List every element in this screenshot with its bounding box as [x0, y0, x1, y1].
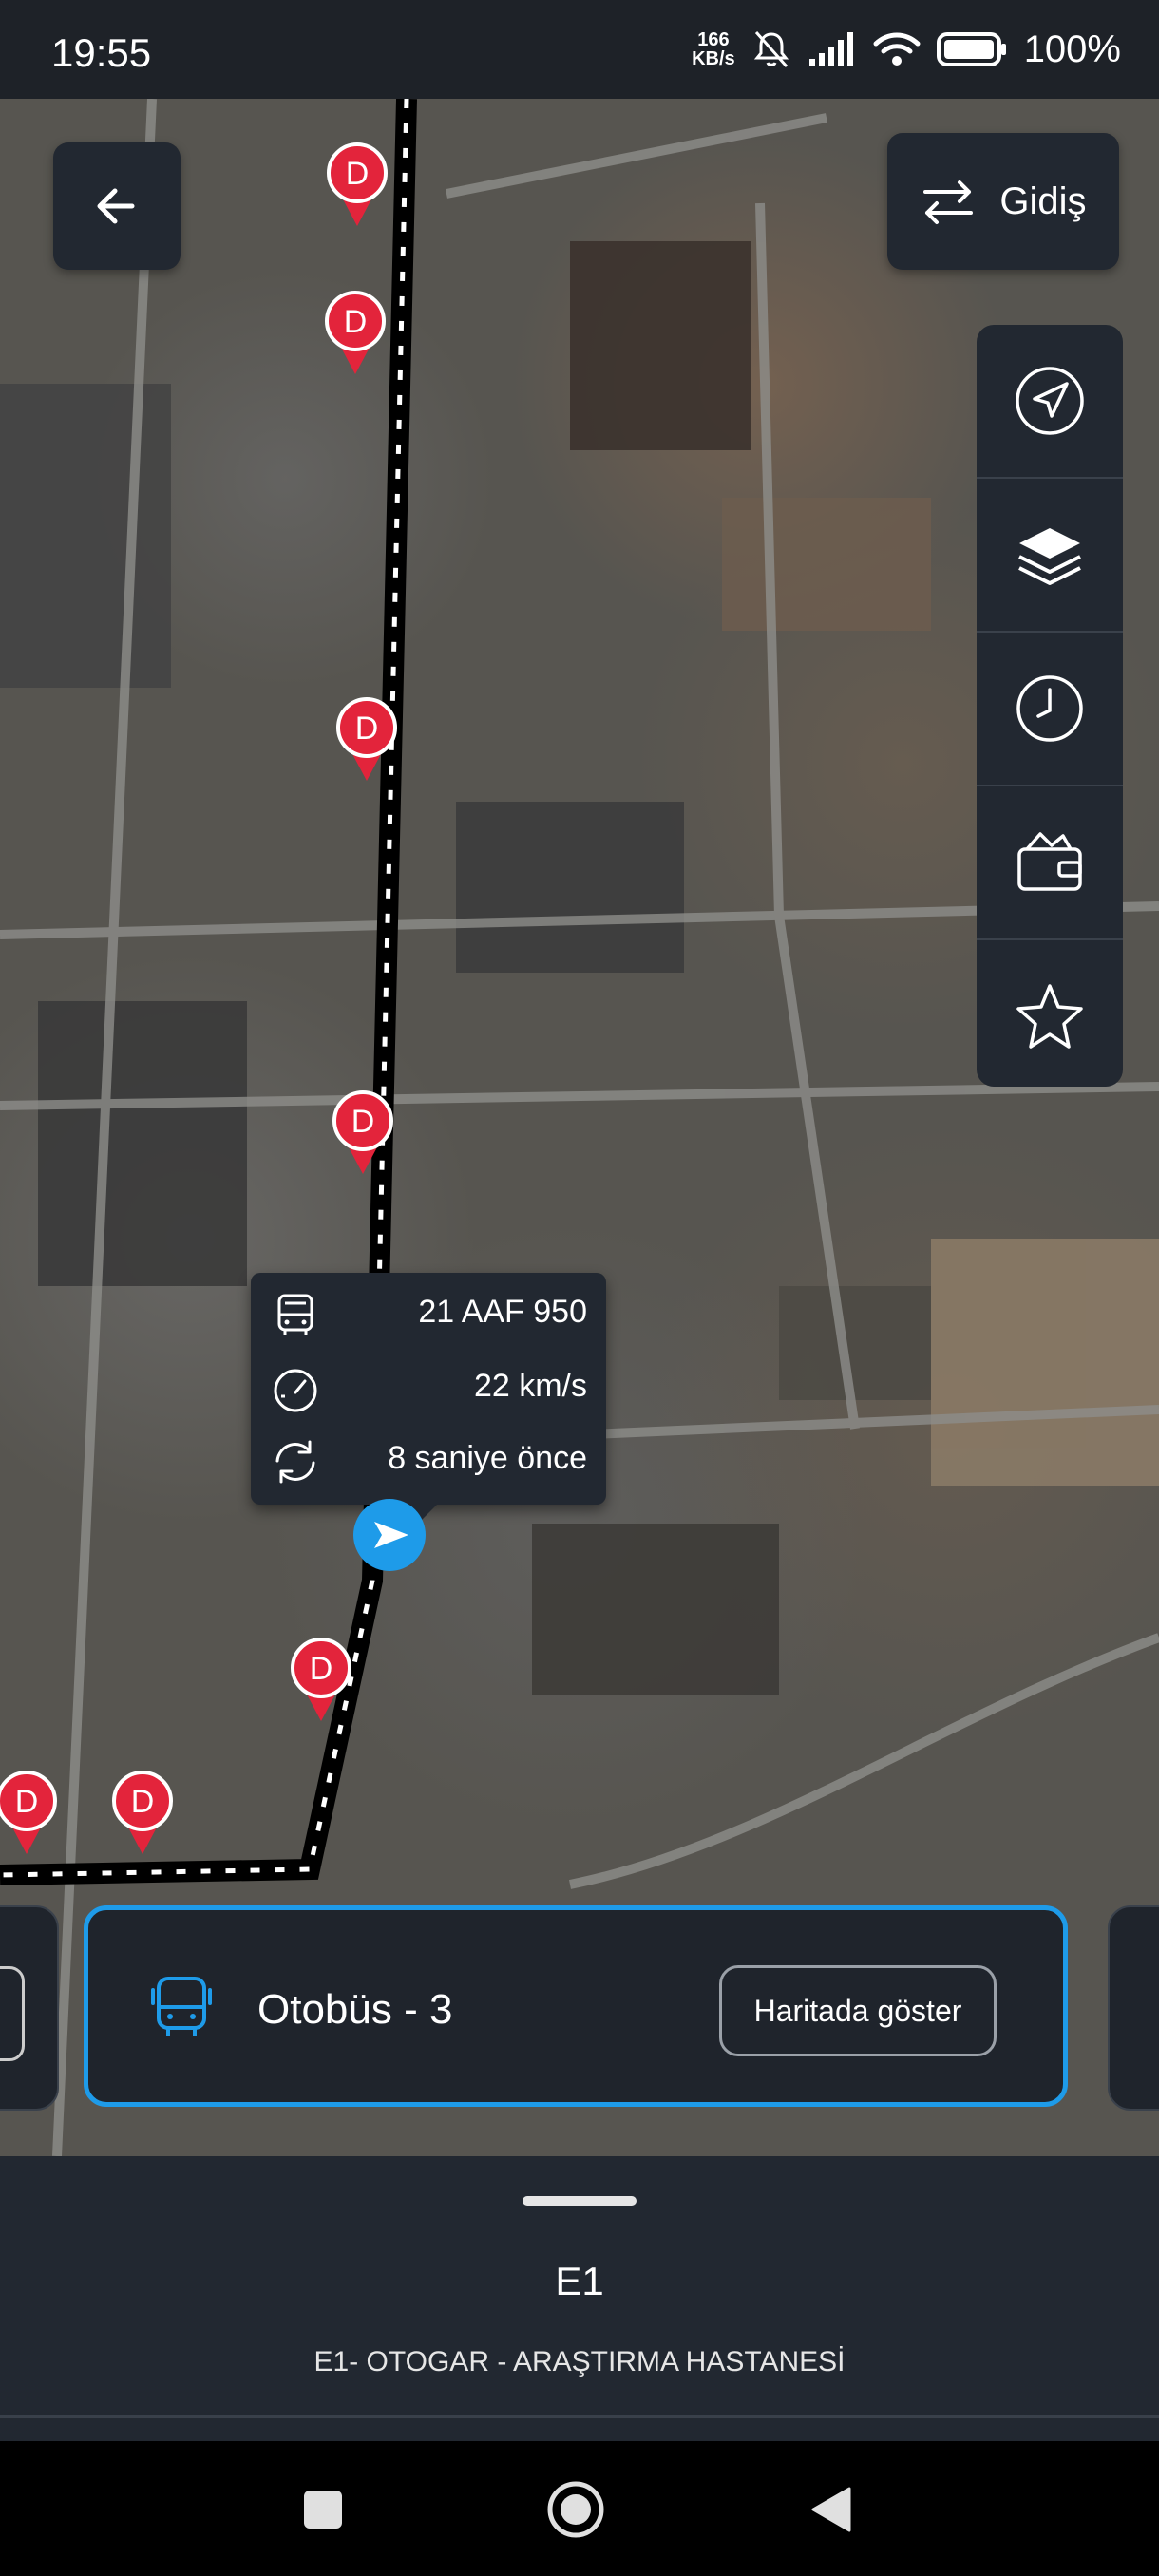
svg-text:D: D [131, 1784, 155, 1820]
stop-marker[interactable]: D [112, 1771, 173, 1854]
wallet-button[interactable] [977, 786, 1123, 940]
layers-icon [1018, 528, 1081, 585]
status-time: 19:55 [51, 30, 152, 75]
route-bottom-sheet[interactable]: E1 E1- OTOGAR - ARAŞTIRMA HASTANESİ [0, 2156, 1159, 2441]
direction-toggle-button[interactable]: Gidiş [887, 133, 1119, 270]
vehicle-info-popup: 21 AAF 950 22 km/s 8 saniye önce [251, 1273, 606, 1522]
speed-row: 22 km/s [251, 1351, 606, 1423]
route-line [0, 99, 417, 1885]
wallet-icon [1017, 832, 1082, 891]
back-nav-button[interactable] [796, 2475, 864, 2544]
home-button[interactable] [542, 2475, 610, 2544]
previous-card-button[interactable] [0, 1966, 25, 2061]
bus-icon [151, 1977, 212, 2036]
star-icon [1016, 984, 1083, 1049]
svg-text:D: D [15, 1784, 39, 1820]
wifi-icon [873, 32, 921, 66]
refresh-icon [276, 1440, 315, 1484]
swap-arrows-icon [923, 180, 974, 224]
bus-location-marker[interactable] [352, 1497, 428, 1573]
selected-bus-card[interactable]: Otobüs - 3 Haritada göster [84, 1905, 1068, 2107]
stop-marker[interactable]: D [0, 1771, 57, 1854]
status-icons: 166 KB/s 100% [692, 28, 1121, 70]
back-button[interactable] [53, 142, 180, 270]
system-navigation-bar [0, 2441, 1159, 2576]
map-tool-panel [977, 325, 1123, 1087]
battery-percent: 100% [1023, 28, 1121, 70]
navigation-arrow-icon [1016, 367, 1084, 435]
layers-button[interactable] [977, 479, 1123, 633]
bus-title: Otobüs - 3 [257, 1986, 453, 2033]
network-speed: 166 KB/s [692, 29, 735, 69]
svg-text:D: D [355, 710, 379, 747]
svg-text:D: D [310, 1651, 333, 1687]
mute-icon [753, 31, 788, 67]
updated-row: 8 saniye önce [251, 1423, 606, 1495]
direction-label: Gidiş [999, 180, 1087, 222]
vehicle-speed: 22 km/s [473, 1368, 587, 1404]
svg-text:D: D [344, 304, 368, 340]
locate-button[interactable] [977, 325, 1123, 479]
svg-text:D: D [346, 156, 370, 192]
plate-row: 21 AAF 950 [251, 1277, 606, 1349]
next-bus-card[interactable] [1108, 1905, 1159, 2111]
bus-icon [277, 1294, 314, 1335]
route-code: E1 [555, 2259, 604, 2303]
schedule-button[interactable] [977, 633, 1123, 786]
last-update: 8 saniye önce [388, 1440, 587, 1476]
signal-icon [808, 32, 853, 66]
square-icon [304, 2491, 342, 2529]
circle-icon [547, 2481, 604, 2538]
route-name: E1- OTOGAR - ARAŞTIRMA HASTANESİ [314, 2346, 846, 2377]
vehicle-plate: 21 AAF 950 [418, 1294, 587, 1330]
battery-icon [936, 32, 1006, 66]
triangle-back-icon [811, 2487, 851, 2532]
divider [0, 2415, 1159, 2418]
arrow-left-icon [97, 188, 135, 224]
stop-marker[interactable]: D [327, 142, 388, 226]
show-on-map-button[interactable]: Haritada göster [719, 1965, 997, 2056]
speedometer-icon [274, 1369, 317, 1412]
favorite-button[interactable] [977, 940, 1123, 1087]
stop-marker[interactable]: D [325, 291, 386, 374]
status-bar: 19:55 166 KB/s 100% [0, 0, 1159, 99]
clock-icon [1016, 675, 1083, 742]
sheet-drag-handle[interactable] [522, 2196, 636, 2206]
recents-button[interactable] [289, 2475, 357, 2544]
svg-text:D: D [352, 1104, 375, 1140]
